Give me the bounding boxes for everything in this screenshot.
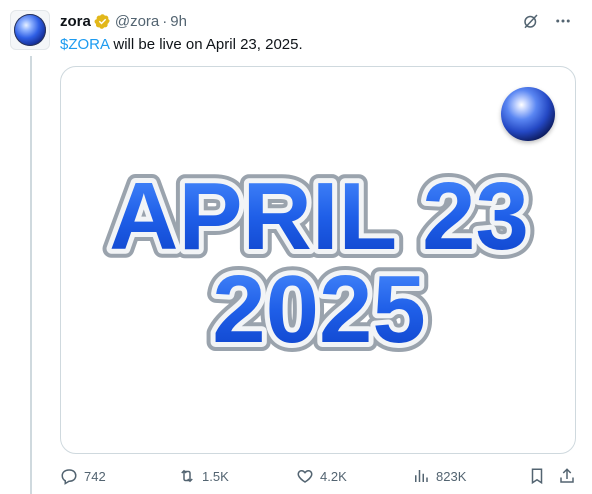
- views-count: 823K: [436, 468, 467, 484]
- author-handle[interactable]: @zora: [115, 13, 159, 30]
- date-graphic: APRIL 23 APRIL 23 APRIL 23 2025 2025 202…: [100, 154, 538, 372]
- reply-icon: [61, 469, 77, 485]
- post-image[interactable]: APRIL 23 APRIL 23 APRIL 23 2025 2025 202…: [60, 66, 576, 454]
- reply-count: 742: [84, 468, 106, 484]
- avatar-orb-icon: [14, 14, 46, 46]
- repost-icon: [181, 469, 193, 483]
- verified-badge-icon[interactable]: [94, 13, 111, 30]
- post-text: $ZORA will be live on April 23, 2025.: [60, 35, 303, 55]
- separator-dot: ·: [162, 12, 168, 30]
- share-icon: [560, 468, 574, 483]
- cashtag-link[interactable]: $ZORA: [60, 36, 109, 53]
- reply-button[interactable]: 742: [60, 467, 106, 485]
- repost-button[interactable]: 1.5K: [178, 467, 229, 485]
- action-bar: 742 1.5K 4.2K 823K: [60, 464, 576, 488]
- repost-count: 1.5K: [202, 468, 229, 484]
- views-icon: [415, 470, 428, 482]
- bookmark-icon: [531, 468, 543, 485]
- grok-icon[interactable]: [522, 12, 540, 30]
- thread-line: [30, 56, 32, 494]
- date-line2: 2025: [212, 256, 426, 363]
- views-button[interactable]: 823K: [412, 467, 466, 485]
- share-button[interactable]: [558, 467, 576, 485]
- like-button[interactable]: 4.2K: [296, 467, 347, 485]
- author-name[interactable]: zora: [60, 13, 91, 30]
- post-time[interactable]: 9h: [170, 13, 187, 30]
- avatar[interactable]: [10, 10, 50, 50]
- bookmark-button[interactable]: [528, 467, 546, 485]
- post-header: zora @zora · 9h: [60, 11, 572, 31]
- post-text-body: will be live on April 23, 2025.: [109, 36, 303, 53]
- date-line1: APRIL 23: [109, 163, 529, 270]
- more-icon[interactable]: [554, 12, 572, 30]
- header-actions: [522, 12, 572, 30]
- like-icon: [297, 469, 313, 483]
- like-count: 4.2K: [320, 468, 347, 484]
